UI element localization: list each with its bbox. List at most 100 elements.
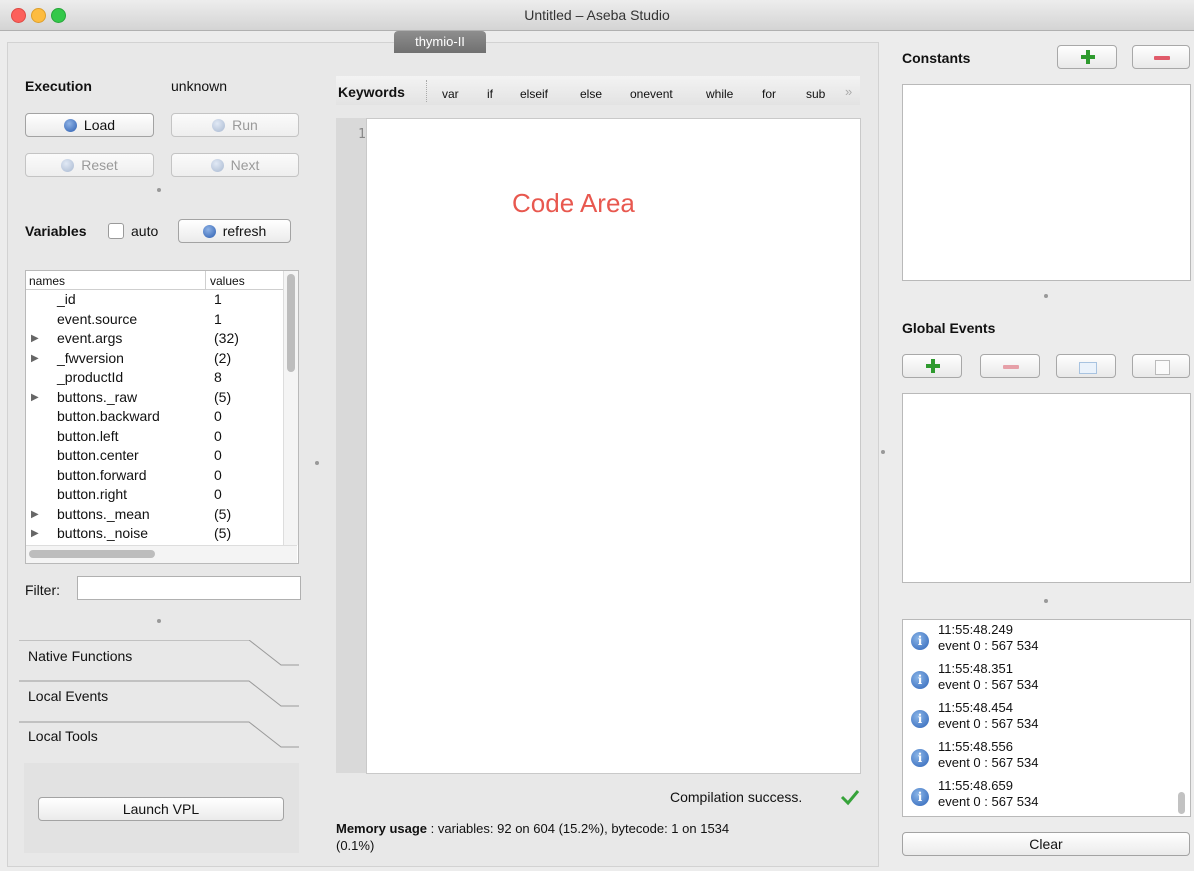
table-row[interactable]: ▶ buttons._mean (5)	[26, 505, 284, 524]
tab-native-functions[interactable]: Native Functions	[28, 648, 132, 664]
variable-value[interactable]: 0	[214, 466, 222, 485]
refresh-button[interactable]: refresh	[178, 219, 291, 243]
constants-list[interactable]	[902, 84, 1191, 281]
variable-value[interactable]: 1	[214, 290, 222, 309]
variables-tree[interactable]: names values _id 1 event.source 1 ▶ event.arg…	[25, 270, 299, 564]
remove-event-button[interactable]	[980, 354, 1040, 378]
auto-checkbox[interactable]	[108, 223, 124, 239]
table-row[interactable]: ▶ buttons._noise (5)	[26, 524, 284, 543]
log-rows: i 11:55:48.249 event 0 : 567 534 i 11:55:48.…	[903, 620, 1175, 816]
expand-arrow-icon[interactable]: ▶	[31, 505, 39, 524]
envelope-icon	[1079, 362, 1097, 374]
table-row[interactable]: ▶ buttons._raw (5)	[26, 388, 284, 407]
expand-arrow-icon[interactable]: ▶	[31, 524, 39, 543]
load-button[interactable]: Load	[25, 113, 154, 137]
variable-name: buttons._mean	[57, 505, 150, 522]
table-row[interactable]: _id 1	[26, 290, 284, 309]
memory-usage-text-2: (0.1%)	[336, 838, 375, 853]
send-event-button[interactable]	[1056, 354, 1116, 378]
table-row[interactable]: ▶ event.args (32)	[26, 329, 284, 348]
filter-input[interactable]	[77, 576, 301, 600]
table-row[interactable]: _productId 8	[26, 368, 284, 387]
splitter-handle[interactable]	[1044, 294, 1048, 298]
variable-value[interactable]: 0	[214, 446, 222, 465]
variable-name: button.center	[57, 447, 139, 463]
reset-button[interactable]: Reset	[25, 153, 154, 177]
keyword-elseif[interactable]: elseif	[520, 87, 548, 101]
node-tab-thymio[interactable]: thymio-II	[394, 31, 486, 53]
log-entry[interactable]: i 11:55:48.659 event 0 : 567 534	[903, 778, 1183, 816]
variable-value[interactable]: (5)	[214, 505, 231, 524]
plot-icon	[1155, 360, 1170, 375]
run-icon	[212, 118, 226, 132]
toolbox: Native Functions Local Events Local Tool…	[19, 640, 299, 764]
horizontal-scrollbar[interactable]	[26, 545, 297, 563]
variable-value[interactable]: (5)	[214, 388, 231, 407]
expand-arrow-icon[interactable]: ▶	[31, 329, 39, 348]
launch-vpl-button[interactable]: Launch VPL	[38, 797, 284, 821]
variable-value[interactable]: (32)	[214, 329, 239, 348]
log-entry[interactable]: i 11:55:48.556 event 0 : 567 534	[903, 739, 1183, 778]
variable-value[interactable]: 0	[214, 485, 222, 504]
table-row[interactable]: button.center 0	[26, 446, 284, 465]
splitter-handle[interactable]	[881, 450, 885, 454]
variable-value[interactable]: (2)	[214, 349, 231, 368]
column-header-values[interactable]: values	[210, 274, 245, 288]
horizontal-scroll-thumb[interactable]	[29, 550, 155, 558]
vertical-scroll-thumb[interactable]	[287, 274, 295, 372]
variable-name: button.left	[57, 427, 119, 444]
log-scroll-thumb[interactable]	[1178, 792, 1185, 814]
minus-icon	[1003, 365, 1019, 369]
keyword-if[interactable]: if	[487, 87, 493, 101]
keyword-for[interactable]: for	[762, 87, 776, 101]
expand-arrow-icon[interactable]: ▶	[31, 349, 39, 368]
splitter-handle[interactable]	[157, 619, 161, 623]
table-row[interactable]: button.left 0	[26, 427, 284, 446]
table-row[interactable]: event.source 1	[26, 310, 284, 329]
clear-button[interactable]: Clear	[902, 832, 1190, 856]
plot-event-button[interactable]	[1132, 354, 1190, 378]
info-icon: i	[911, 710, 929, 728]
tab-local-tools[interactable]: Local Tools	[28, 728, 98, 744]
variable-value[interactable]: 0	[214, 427, 222, 446]
splitter-handle[interactable]	[1044, 599, 1048, 603]
splitter-handle[interactable]	[157, 188, 161, 192]
minus-icon	[1154, 56, 1170, 60]
splitter-handle[interactable]	[315, 461, 319, 465]
tab-local-events[interactable]: Local Events	[28, 688, 108, 704]
variable-name: buttons._noise	[57, 525, 149, 541]
keyword-while[interactable]: while	[706, 87, 733, 101]
plus-icon	[1081, 50, 1095, 64]
toolbar-overflow-icon[interactable]: »	[845, 84, 852, 99]
table-row[interactable]: button.backward 0	[26, 407, 284, 426]
run-button[interactable]: Run	[171, 113, 299, 137]
event-log[interactable]: i 11:55:48.249 event 0 : 567 534 i 11:55:48.…	[902, 619, 1191, 817]
table-row[interactable]: button.forward 0	[26, 466, 284, 485]
keyword-var[interactable]: var	[442, 87, 459, 101]
column-header-names[interactable]: names	[29, 274, 65, 288]
constants-label: Constants	[902, 50, 971, 66]
remove-constant-button[interactable]	[1132, 45, 1190, 69]
keyword-else[interactable]: else	[580, 87, 602, 101]
global-events-list[interactable]	[902, 393, 1191, 583]
variable-value[interactable]: 1	[214, 310, 222, 329]
add-constant-button[interactable]	[1057, 45, 1117, 69]
table-row[interactable]: button.right 0	[26, 485, 284, 504]
compilation-status: Compilation success.	[670, 789, 803, 805]
window-title: Untitled – Aseba Studio	[524, 7, 670, 23]
keyword-onevent[interactable]: onevent	[630, 87, 673, 101]
variable-value[interactable]: (5)	[214, 524, 231, 543]
table-row[interactable]: ▶ _fwversion (2)	[26, 349, 284, 368]
log-message: event 0 : 567 534	[938, 794, 1039, 809]
variable-value[interactable]: 8	[214, 368, 222, 387]
log-entry[interactable]: i 11:55:48.351 event 0 : 567 534	[903, 661, 1183, 700]
expand-arrow-icon[interactable]: ▶	[31, 388, 39, 407]
toolbar-separator	[426, 80, 427, 102]
keyword-sub[interactable]: sub	[806, 87, 825, 101]
log-entry[interactable]: i 11:55:48.249 event 0 : 567 534	[903, 622, 1183, 661]
variable-value[interactable]: 0	[214, 407, 222, 426]
next-button[interactable]: Next	[171, 153, 299, 177]
add-event-button[interactable]	[902, 354, 962, 378]
log-entry[interactable]: i 11:55:48.454 event 0 : 567 534	[903, 700, 1183, 739]
vertical-scrollbar[interactable]	[283, 271, 298, 545]
